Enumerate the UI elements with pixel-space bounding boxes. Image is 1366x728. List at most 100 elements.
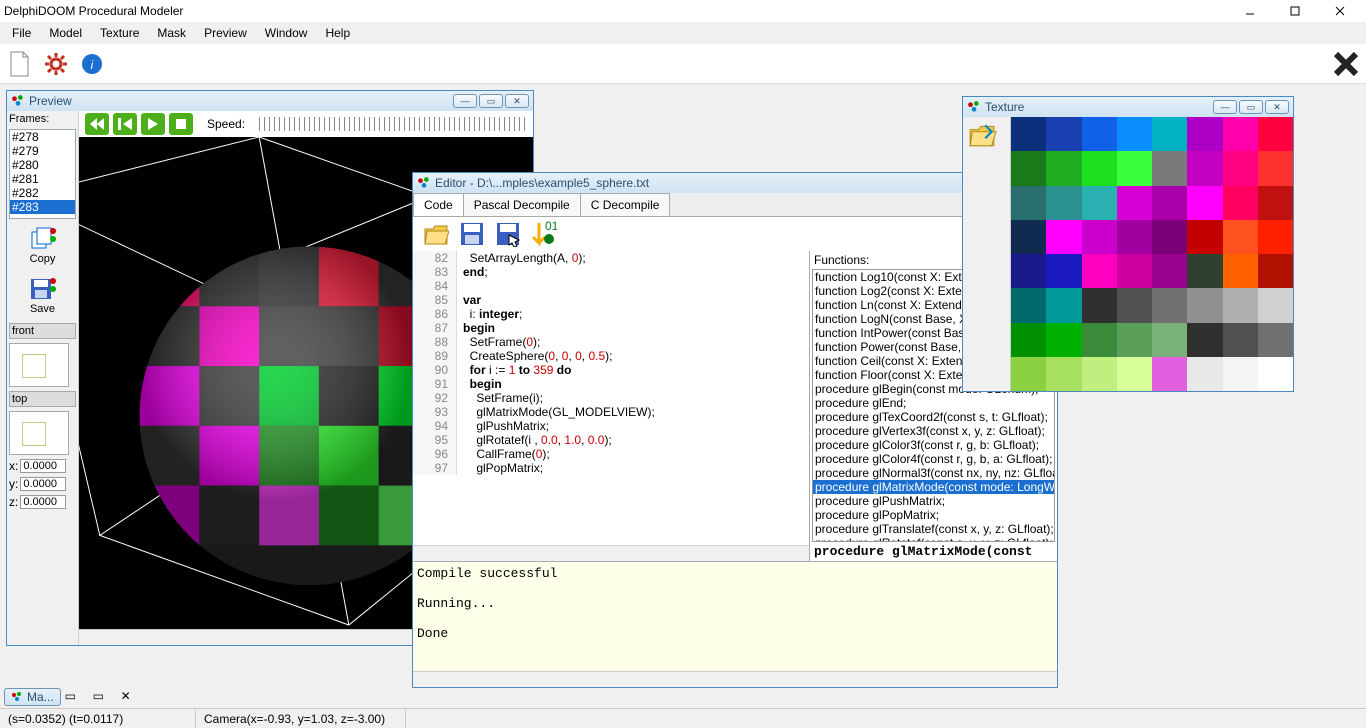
copy-button[interactable]: Copy — [9, 223, 76, 269]
menu-help[interactable]: Help — [317, 24, 358, 42]
texture-swatch[interactable] — [1152, 357, 1187, 391]
texture-swatch[interactable] — [1082, 186, 1117, 220]
texture-swatch[interactable] — [1258, 357, 1293, 391]
texture-swatch[interactable] — [1152, 323, 1187, 357]
texture-swatch[interactable] — [1046, 220, 1081, 254]
rewind-button[interactable] — [85, 113, 109, 135]
texture-swatch[interactable] — [1187, 220, 1222, 254]
main-minimize-button[interactable] — [1227, 0, 1272, 22]
list-item[interactable]: #280 — [10, 158, 75, 172]
texture-swatch[interactable] — [1117, 117, 1152, 151]
texture-swatch[interactable] — [1082, 288, 1117, 322]
menu-file[interactable]: File — [4, 24, 39, 42]
texture-swatch[interactable] — [1187, 323, 1222, 357]
save-as-icon[interactable] — [495, 221, 521, 247]
speed-slider[interactable] — [259, 117, 527, 131]
menu-preview[interactable]: Preview — [196, 24, 255, 42]
texture-swatch[interactable] — [1152, 254, 1187, 288]
texture-swatch[interactable] — [1046, 323, 1081, 357]
texture-swatch[interactable] — [1187, 254, 1222, 288]
save-button[interactable]: Save — [9, 273, 76, 319]
info-icon[interactable]: i — [78, 50, 106, 78]
output-hscroll[interactable] — [413, 671, 1057, 687]
preview-maximize-button[interactable]: ▭ — [479, 94, 503, 108]
close-x-icon[interactable] — [1332, 50, 1360, 78]
new-file-icon[interactable] — [6, 50, 34, 78]
texture-swatch[interactable] — [1117, 288, 1152, 322]
texture-swatch[interactable] — [1223, 323, 1258, 357]
texture-swatch[interactable] — [1258, 323, 1293, 357]
texture-swatch[interactable] — [1117, 323, 1152, 357]
list-item[interactable]: procedure glColor4f(const r, g, b, a: GL… — [813, 452, 1054, 466]
texture-swatch[interactable] — [1187, 357, 1222, 391]
texture-swatch[interactable] — [1011, 357, 1046, 391]
texture-swatch[interactable] — [1011, 288, 1046, 322]
texture-swatch[interactable] — [1117, 254, 1152, 288]
texture-swatch[interactable] — [1223, 117, 1258, 151]
texture-swatch[interactable] — [1011, 323, 1046, 357]
texture-swatch[interactable] — [1223, 254, 1258, 288]
texture-swatch[interactable] — [1117, 357, 1152, 391]
tab-code[interactable]: Code — [413, 193, 464, 216]
texture-swatch[interactable] — [1117, 186, 1152, 220]
list-item[interactable]: procedure glNormal3f(const nx, ny, nz: G… — [813, 466, 1054, 480]
texture-swatch[interactable] — [1258, 151, 1293, 185]
texture-swatch[interactable] — [1223, 357, 1258, 391]
texture-swatch[interactable] — [1082, 357, 1117, 391]
list-item[interactable]: procedure glPushMatrix; — [813, 494, 1054, 508]
texture-swatch[interactable] — [1152, 151, 1187, 185]
menu-window[interactable]: Window — [257, 24, 316, 42]
list-item[interactable]: #281 — [10, 172, 75, 186]
coord-z-input[interactable] — [20, 495, 66, 509]
texture-swatch[interactable] — [1187, 186, 1222, 220]
code-hscroll[interactable] — [413, 545, 809, 561]
menu-model[interactable]: Model — [41, 24, 90, 42]
main-close-button[interactable] — [1317, 0, 1362, 22]
texture-swatch[interactable] — [1046, 151, 1081, 185]
view-dropdown-front[interactable]: front — [9, 323, 76, 339]
main-maximize-button[interactable] — [1272, 0, 1317, 22]
mask-title[interactable]: Ma... — [4, 688, 61, 706]
texture-swatch[interactable] — [1082, 254, 1117, 288]
texture-swatch[interactable] — [1011, 117, 1046, 151]
coord-x-input[interactable] — [20, 459, 66, 473]
texture-minimize-button[interactable]: — — [1213, 100, 1237, 114]
list-item[interactable]: procedure glEnd; — [813, 396, 1054, 410]
compiler-output[interactable]: Compile successful Running... Done — [413, 561, 1057, 671]
menu-mask[interactable]: Mask — [149, 24, 194, 42]
run-binary-icon[interactable]: 01 — [531, 221, 557, 247]
texture-swatch[interactable] — [1152, 288, 1187, 322]
texture-swatch[interactable] — [1223, 288, 1258, 322]
texture-swatch[interactable] — [1152, 117, 1187, 151]
tab-pascal[interactable]: Pascal Decompile — [463, 193, 581, 216]
list-item[interactable]: procedure glPopMatrix; — [813, 508, 1054, 522]
view-dropdown-top[interactable]: top — [9, 391, 76, 407]
texture-swatch[interactable] — [1082, 151, 1117, 185]
texture-swatch[interactable] — [1223, 186, 1258, 220]
mask-maximize-button[interactable]: ▭ — [93, 689, 117, 705]
texture-swatch[interactable] — [1223, 151, 1258, 185]
list-item[interactable]: #282 — [10, 186, 75, 200]
mask-close-button[interactable]: ✕ — [121, 689, 145, 705]
texture-swatch[interactable] — [1046, 357, 1081, 391]
texture-swatch[interactable] — [1011, 220, 1046, 254]
list-item[interactable]: procedure glVertex3f(const x, y, z: GLfl… — [813, 424, 1054, 438]
preview-close-button[interactable]: ✕ — [505, 94, 529, 108]
texture-swatch[interactable] — [1011, 151, 1046, 185]
texture-swatch[interactable] — [1258, 288, 1293, 322]
texture-swatch[interactable] — [1258, 117, 1293, 151]
list-item[interactable]: procedure glColor3f(const r, g, b: GLflo… — [813, 438, 1054, 452]
tab-c[interactable]: C Decompile — [580, 193, 671, 216]
open-folder-icon[interactable] — [423, 221, 449, 247]
texture-swatch[interactable] — [1187, 288, 1222, 322]
open-texture-icon[interactable] — [967, 121, 997, 149]
list-item[interactable]: procedure glMatrixMode(const mode: LongW… — [813, 480, 1054, 494]
texture-swatch[interactable] — [1258, 254, 1293, 288]
texture-swatch[interactable] — [1046, 254, 1081, 288]
texture-swatch[interactable] — [1082, 220, 1117, 254]
texture-swatch[interactable] — [1152, 220, 1187, 254]
list-item[interactable]: #283 — [10, 200, 75, 214]
texture-swatch[interactable] — [1117, 220, 1152, 254]
texture-swatch[interactable] — [1082, 117, 1117, 151]
texture-swatch[interactable] — [1011, 186, 1046, 220]
